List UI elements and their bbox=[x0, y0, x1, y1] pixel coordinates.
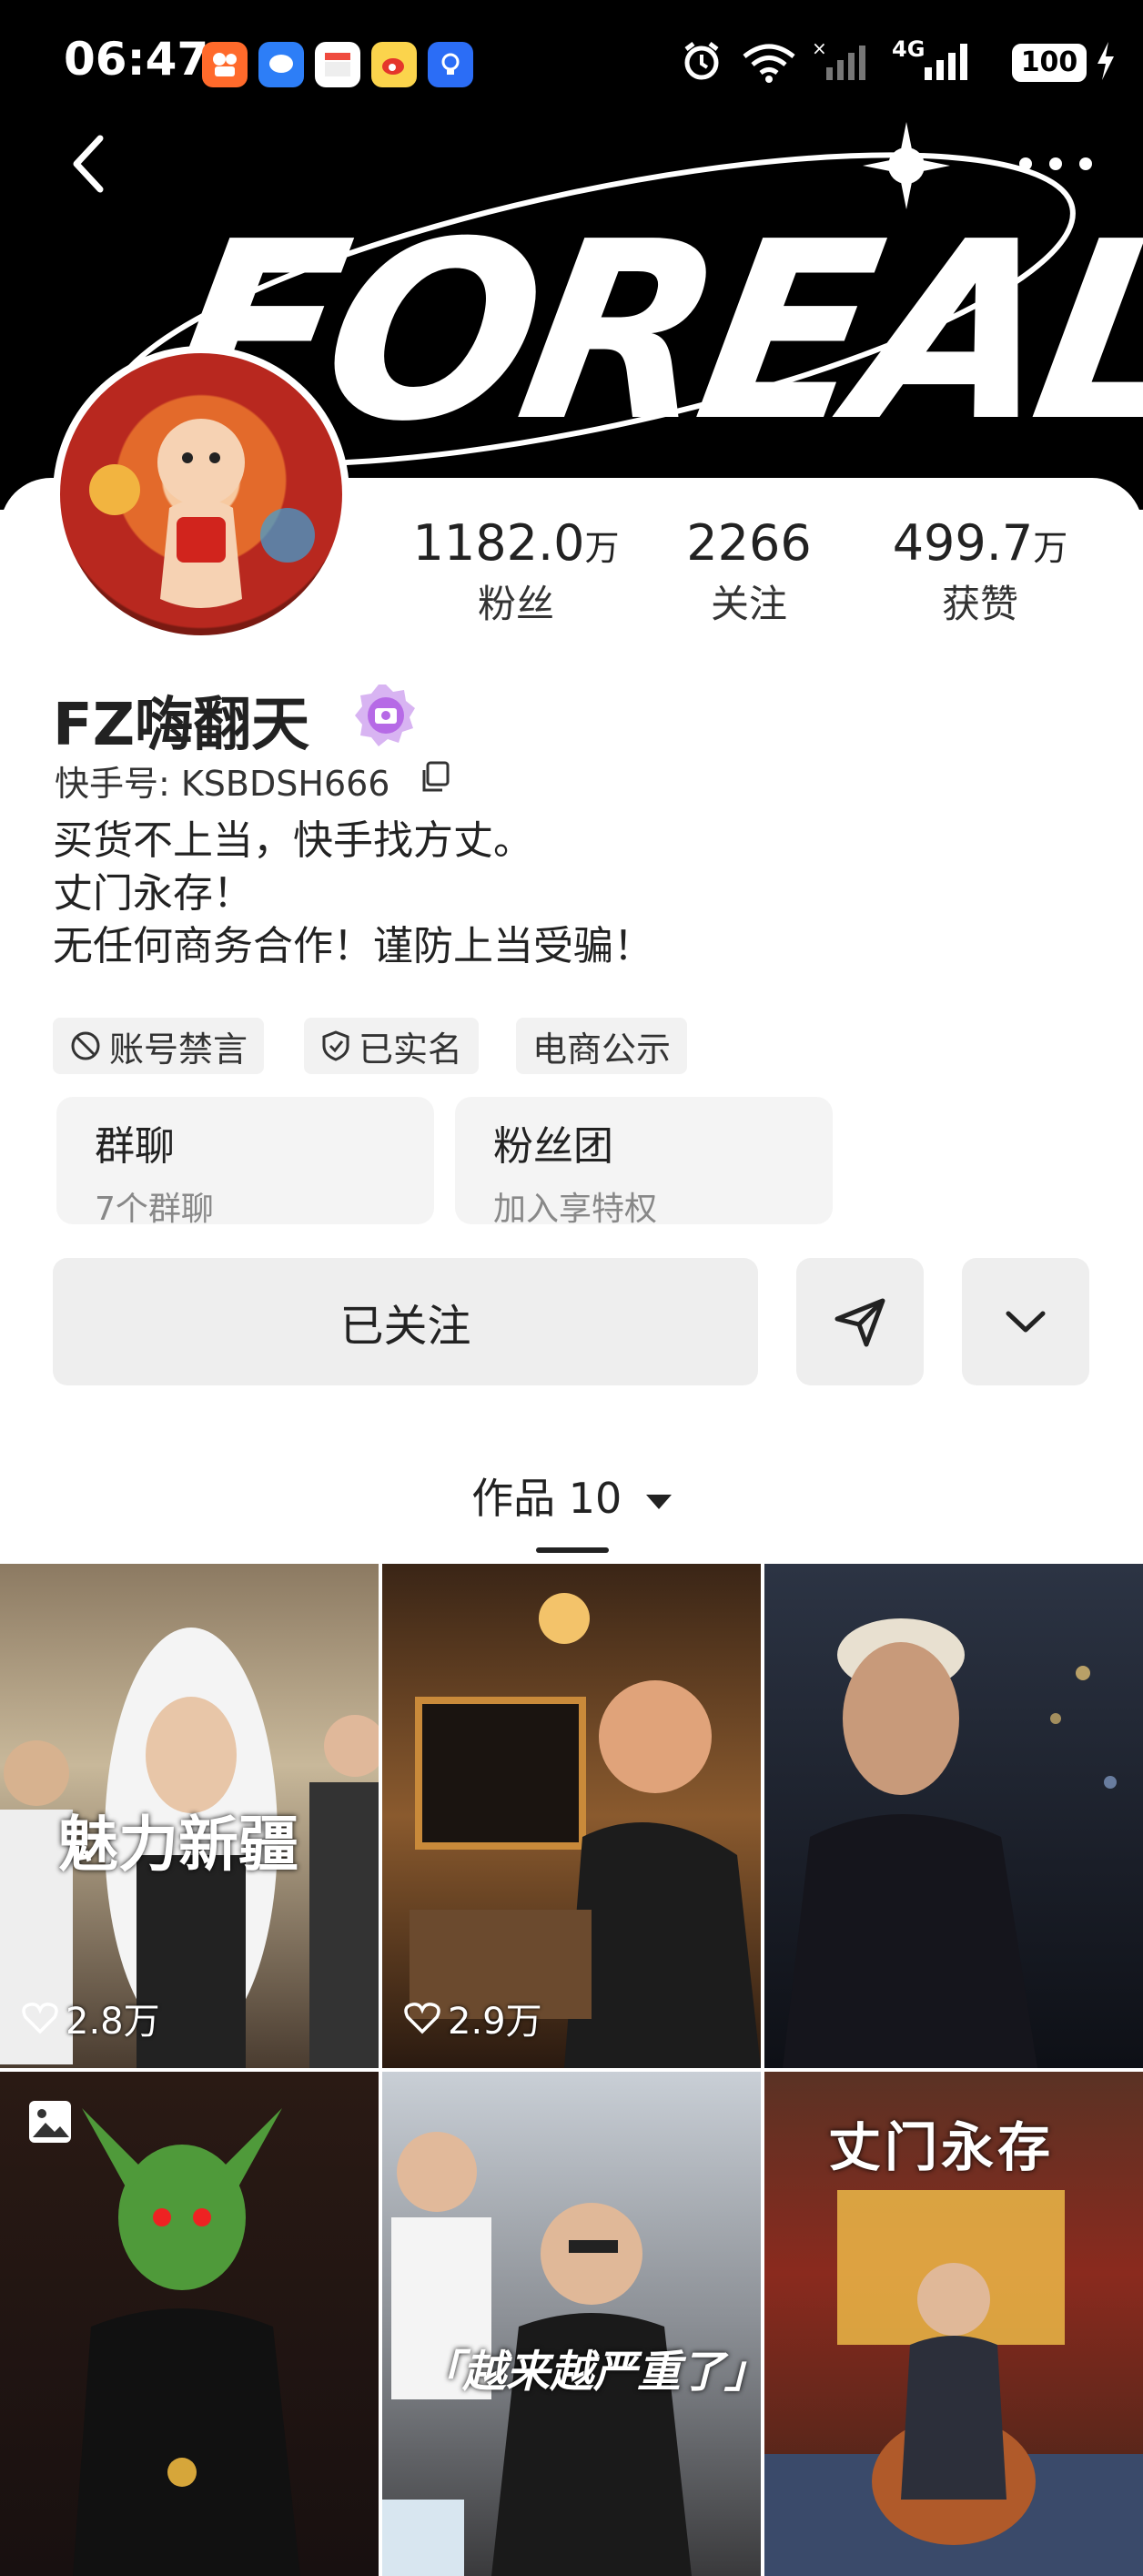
message-app-icon bbox=[258, 42, 304, 87]
prohibited-icon bbox=[71, 1031, 100, 1060]
status-time: 06:47 bbox=[64, 33, 209, 86]
panel-subtitle: 加入享特权 bbox=[493, 1191, 658, 1228]
back-button[interactable] bbox=[64, 127, 118, 200]
likes-count: 2.8万 bbox=[22, 1992, 160, 2044]
expand-recommend-button[interactable] bbox=[962, 1258, 1089, 1385]
thumbnail-caption: 丈门永存 bbox=[828, 2116, 1055, 2178]
work-thumbnail[interactable] bbox=[764, 1564, 1143, 2068]
panel-title: 粉丝团 bbox=[493, 1123, 613, 1170]
work-thumbnail[interactable]: 2.9万 bbox=[382, 1564, 761, 2068]
charging-icon bbox=[1097, 42, 1114, 80]
send-icon bbox=[834, 1298, 885, 1347]
kuaishou-app-icon bbox=[202, 42, 248, 87]
tag-account-muted[interactable]: 账号禁言 bbox=[53, 1018, 265, 1074]
likes-count: 2.9万 bbox=[404, 1992, 542, 2044]
work-thumbnail[interactable]: 「越来越严重了」 bbox=[382, 2072, 761, 2576]
copy-icon[interactable] bbox=[419, 759, 453, 794]
signal-icon bbox=[925, 44, 967, 80]
network-type: 4G bbox=[892, 36, 926, 62]
more-dot-icon bbox=[1019, 157, 1032, 170]
stat-following[interactable]: 2266 关注 bbox=[631, 514, 867, 629]
tag-label: 账号禁言 bbox=[109, 1029, 248, 1070]
bio-line: 丈门永存！ bbox=[53, 870, 253, 917]
thumbnail-image bbox=[382, 2132, 692, 2576]
thumbnail-caption: 魅力新疆 bbox=[58, 1809, 298, 1880]
stat-likes[interactable]: 499.7万 获赞 bbox=[862, 514, 1098, 629]
image-post-icon bbox=[29, 2101, 71, 2143]
profile-bio: 买货不上当，快手找方丈。 丈门永存！ 无任何商务合作！谨防上当受骗！ bbox=[53, 815, 653, 973]
creator-badge-icon[interactable] bbox=[353, 683, 419, 748]
tag-ecommerce-notice[interactable]: 电商公示 bbox=[516, 1018, 688, 1074]
shield-check-icon bbox=[322, 1030, 349, 1061]
followed-button[interactable]: 已关注 bbox=[53, 1258, 758, 1385]
tab-works[interactable]: 作品 10 bbox=[0, 1465, 1143, 1526]
stat-following-value: 2266 bbox=[686, 514, 812, 572]
fan-club-panel[interactable]: 粉丝团 加入享特权 bbox=[455, 1097, 833, 1228]
stat-fans[interactable]: 1182.0万 粉丝 bbox=[398, 514, 634, 629]
profile-name: FZ嗨翻天 bbox=[53, 692, 310, 759]
battery-indicator: 100 bbox=[1012, 44, 1087, 82]
stat-fans-value: 1182.0万 bbox=[412, 514, 620, 572]
work-thumbnail[interactable]: 丈门永存 bbox=[764, 2072, 1143, 2576]
more-dot-icon bbox=[1049, 157, 1062, 170]
tag-label: 电商公示 bbox=[532, 1029, 672, 1070]
work-thumbnail[interactable]: 魅力新疆 2.8万 bbox=[0, 1564, 379, 2068]
panel-title: 群聊 bbox=[95, 1123, 175, 1170]
heart-icon bbox=[404, 2003, 440, 2034]
bulb-app-icon bbox=[428, 42, 473, 87]
tab-works-label: 作品 bbox=[471, 1474, 556, 1523]
stat-likes-value: 499.7万 bbox=[892, 514, 1068, 572]
work-thumbnail[interactable] bbox=[0, 2072, 379, 2576]
svg-text:×: × bbox=[812, 38, 827, 59]
heart-icon bbox=[22, 2003, 58, 2034]
thumbnail-image bbox=[73, 2108, 300, 2576]
group-chat-panel[interactable]: 群聊 7个群聊 bbox=[56, 1097, 434, 1228]
more-dot-icon bbox=[1079, 157, 1092, 170]
bio-line: 无任何商务合作！谨防上当受骗！ bbox=[53, 923, 653, 969]
tag-label: 已实名 bbox=[359, 1029, 463, 1070]
stat-following-label: 关注 bbox=[710, 582, 787, 626]
profile-avatar[interactable] bbox=[53, 346, 349, 643]
calendar-app-icon bbox=[315, 42, 360, 87]
stat-fans-label: 粉丝 bbox=[477, 582, 554, 626]
weibo-app-icon bbox=[371, 42, 417, 87]
signal-no-sim-icon: × bbox=[812, 38, 865, 80]
wifi-icon bbox=[743, 44, 795, 83]
thumbnail-image bbox=[783, 1618, 1117, 2068]
alarm-icon bbox=[684, 42, 719, 80]
panel-subtitle: 7个群聊 bbox=[95, 1191, 214, 1228]
tab-underline bbox=[536, 1547, 609, 1553]
stat-likes-label: 获赞 bbox=[941, 582, 1018, 626]
status-bar: 06:47 × 4G 100 bbox=[0, 0, 1143, 127]
chevron-down-icon bbox=[1006, 1311, 1046, 1333]
thumbnail-caption: 「越来越严重了」 bbox=[419, 2347, 761, 2398]
tab-works-count: 10 bbox=[568, 1474, 622, 1523]
avatar-image bbox=[89, 419, 315, 608]
send-message-button[interactable] bbox=[796, 1258, 924, 1385]
caret-down-icon bbox=[645, 1494, 672, 1509]
more-options-button[interactable] bbox=[1019, 146, 1092, 182]
tag-verified-name[interactable]: 已实名 bbox=[304, 1018, 480, 1074]
kuaishou-id: 快手号: KSBDSH666 bbox=[55, 764, 390, 804]
bio-line: 买货不上当，快手找方丈。 bbox=[53, 817, 533, 864]
